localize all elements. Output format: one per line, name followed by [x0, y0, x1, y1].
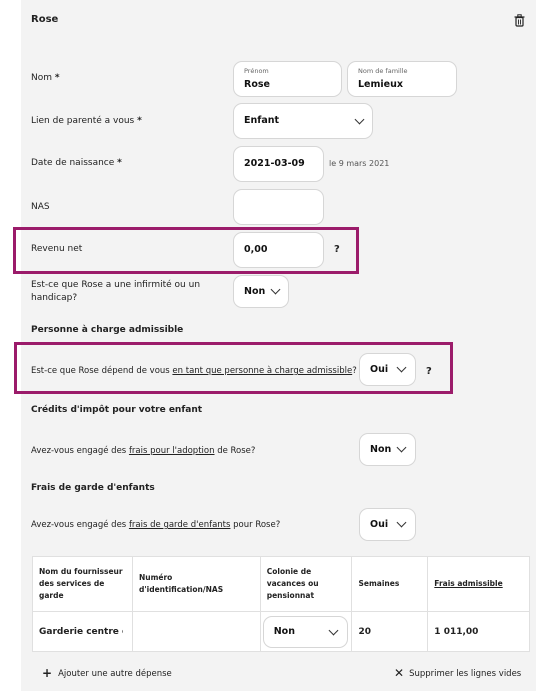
- colonie-select[interactable]: Non: [262, 616, 348, 648]
- garde-costs-table: Nom du fournisseur des services de garde…: [32, 556, 530, 652]
- plus-icon: +: [42, 666, 53, 680]
- frais-cell: 1 011,00: [427, 611, 530, 652]
- nom-famille-field-value: Lemieux: [358, 79, 403, 90]
- nom-famille-field[interactable]: Nom de famille Lemieux: [347, 61, 457, 97]
- chevron-down-icon: [396, 442, 407, 453]
- column-header-semaines: Semaines: [351, 556, 429, 612]
- naissance-hint: le 9 mars 2021: [329, 159, 390, 168]
- chevron-down-icon: [396, 362, 407, 373]
- chevron-down-icon: [354, 114, 365, 125]
- nas-label: NAS: [31, 202, 50, 212]
- column-header-frais[interactable]: Frais admissible: [427, 556, 530, 612]
- identification-cell[interactable]: [131, 611, 261, 652]
- column-header-identification: Numéro d'identification/NAS: [131, 556, 261, 612]
- adoption-link[interactable]: frais pour l'adoption: [129, 446, 215, 456]
- semaines-cell[interactable]: 20: [351, 611, 429, 652]
- lien-label: Lien de parenté a vous *: [31, 116, 142, 126]
- nom-label: Nom *: [31, 73, 60, 83]
- card-title: Rose: [31, 14, 59, 25]
- charge-help-icon[interactable]: ?: [426, 366, 432, 377]
- credits-select-value: Non: [370, 444, 392, 455]
- nas-input[interactable]: [233, 189, 324, 225]
- prenom-field-label: Prénom: [244, 67, 269, 75]
- colonie-cell: Non: [259, 611, 353, 652]
- lien-select[interactable]: Enfant: [233, 103, 373, 139]
- charge-question: Est-ce que Rose dépend de vous en tant q…: [31, 366, 357, 376]
- infirmite-select[interactable]: Non: [233, 275, 289, 308]
- naissance-label: Date de naissance *: [31, 158, 122, 168]
- naissance-input-value: 2021-03-09: [244, 158, 305, 169]
- prenom-field[interactable]: Prénom Rose: [233, 61, 342, 97]
- delete-empty-rows-button[interactable]: ✕ Supprimer les lignes vides: [394, 665, 522, 680]
- garde-link[interactable]: frais de garde d'enfants: [129, 520, 231, 530]
- revenu-label: Revenu net: [31, 244, 83, 254]
- delete-empty-rows-label: Supprimer les lignes vides: [409, 669, 522, 679]
- colonie-select-value: Non: [273, 626, 295, 637]
- credits-question: Avez-vous engagé des frais pour l'adopti…: [31, 446, 256, 456]
- credits-heading: Crédits d'impôt pour votre enfant: [31, 405, 203, 415]
- add-expense-label: Ajouter une autre dépense: [58, 669, 172, 679]
- chevron-down-icon: [396, 517, 407, 528]
- garde-heading: Frais de garde d'enfants: [31, 483, 155, 493]
- credits-select[interactable]: Non: [359, 433, 416, 466]
- nom-famille-field-label: Nom de famille: [358, 67, 408, 75]
- charge-heading: Personne à charge admissible: [31, 325, 184, 335]
- charge-select-value: Oui: [370, 364, 389, 375]
- naissance-input[interactable]: 2021-03-09: [233, 146, 324, 182]
- charge-select[interactable]: Oui: [359, 353, 416, 386]
- chevron-down-icon: [328, 625, 339, 636]
- revenu-input[interactable]: 0,00: [233, 232, 324, 268]
- column-header-fournisseur: Nom du fournisseur des services de garde: [32, 556, 133, 612]
- close-icon: ✕: [394, 666, 405, 680]
- prenom-field-value: Rose: [244, 79, 270, 90]
- fournisseur-cell[interactable]: Garderie centre e: [32, 611, 133, 652]
- garde-question: Avez-vous engagé des frais de garde d'en…: [31, 520, 281, 530]
- charge-link[interactable]: en tant que personne à charge admissible: [172, 366, 352, 376]
- revenu-input-value: 0,00: [244, 244, 268, 255]
- infirmite-label: Est-ce que Rose a une infirmité ou un ha…: [31, 280, 201, 303]
- trash-icon[interactable]: [514, 14, 525, 27]
- table-row: Garderie centre e Non 20 1 011,00: [32, 611, 530, 652]
- add-expense-button[interactable]: + Ajouter une autre dépense: [42, 665, 172, 680]
- chevron-down-icon: [270, 284, 281, 295]
- lien-select-value: Enfant: [244, 115, 280, 126]
- infirmite-select-value: Non: [244, 286, 266, 297]
- table-header-row: Nom du fournisseur des services de garde…: [32, 556, 530, 612]
- garde-select-value: Oui: [370, 519, 389, 530]
- column-header-colonie: Colonie de vacances ou pensionnat: [259, 556, 353, 612]
- garde-select[interactable]: Oui: [359, 508, 416, 541]
- revenu-help-icon[interactable]: ?: [334, 244, 340, 255]
